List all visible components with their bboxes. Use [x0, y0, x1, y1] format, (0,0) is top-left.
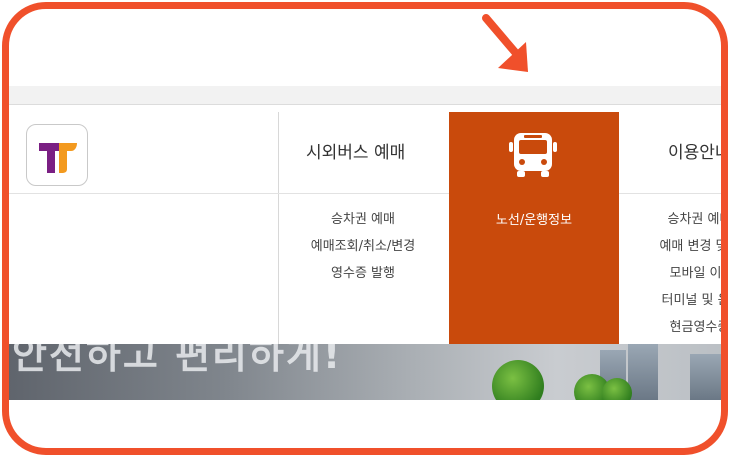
menu-title-intercity-bus-booking[interactable]: 시외버스 예매 [306, 138, 405, 163]
submenu-usage-guide: 승차권 예매 안 예매 변경 및 취소 모바일 이용안 터미널 및 운수사 현금… [620, 206, 722, 341]
menu-title-usage-guide[interactable]: 이용안내 [668, 138, 721, 163]
highlight-frame: 시외버스 예매 승차권 예매 예매조회/취소/변경 영수증 발행 노선/운행정보… [2, 2, 728, 455]
nav-separator-line [9, 193, 721, 194]
banner-tree [492, 360, 544, 400]
banner-headline: 안전하고 편리하게! [12, 344, 343, 377]
submenu-intercity-bus-booking: 승차권 예매 예매조회/취소/변경 영수증 발행 [278, 206, 448, 287]
top-gray-band [9, 86, 721, 105]
hero-banner: 안전하고 편리하게! [9, 344, 721, 400]
submenu-item-booking-inquiry[interactable]: 예매조회/취소/변경 [278, 233, 448, 260]
banner-building [690, 354, 721, 400]
banner-building [628, 344, 658, 400]
submenu-item-route-info[interactable]: 노선/운행정보 [449, 209, 619, 228]
page-viewport: 시외버스 예매 승차권 예매 예매조회/취소/변경 영수증 발행 노선/운행정보… [9, 9, 722, 448]
bus-icon [506, 128, 560, 182]
submenu-item-receipt[interactable]: 영수증 발행 [278, 260, 448, 287]
submenu-item-ticket-guide[interactable]: 승차권 예매 안 [620, 206, 721, 233]
submenu-item-change-cancel[interactable]: 예매 변경 및 취소 [620, 233, 721, 260]
submenu-item-terminal-company[interactable]: 터미널 및 운수사 [620, 287, 722, 314]
t-money-logo-icon[interactable] [26, 124, 88, 186]
submenu-item-mobile-guide[interactable]: 모바일 이용안 [620, 260, 721, 287]
banner-tree [602, 378, 632, 400]
submenu-item-ticket-booking[interactable]: 승차권 예매 [278, 206, 448, 233]
pointer-arrow-icon [478, 12, 538, 78]
submenu-item-cash-receipt[interactable]: 현금영수증 안 [620, 314, 721, 341]
